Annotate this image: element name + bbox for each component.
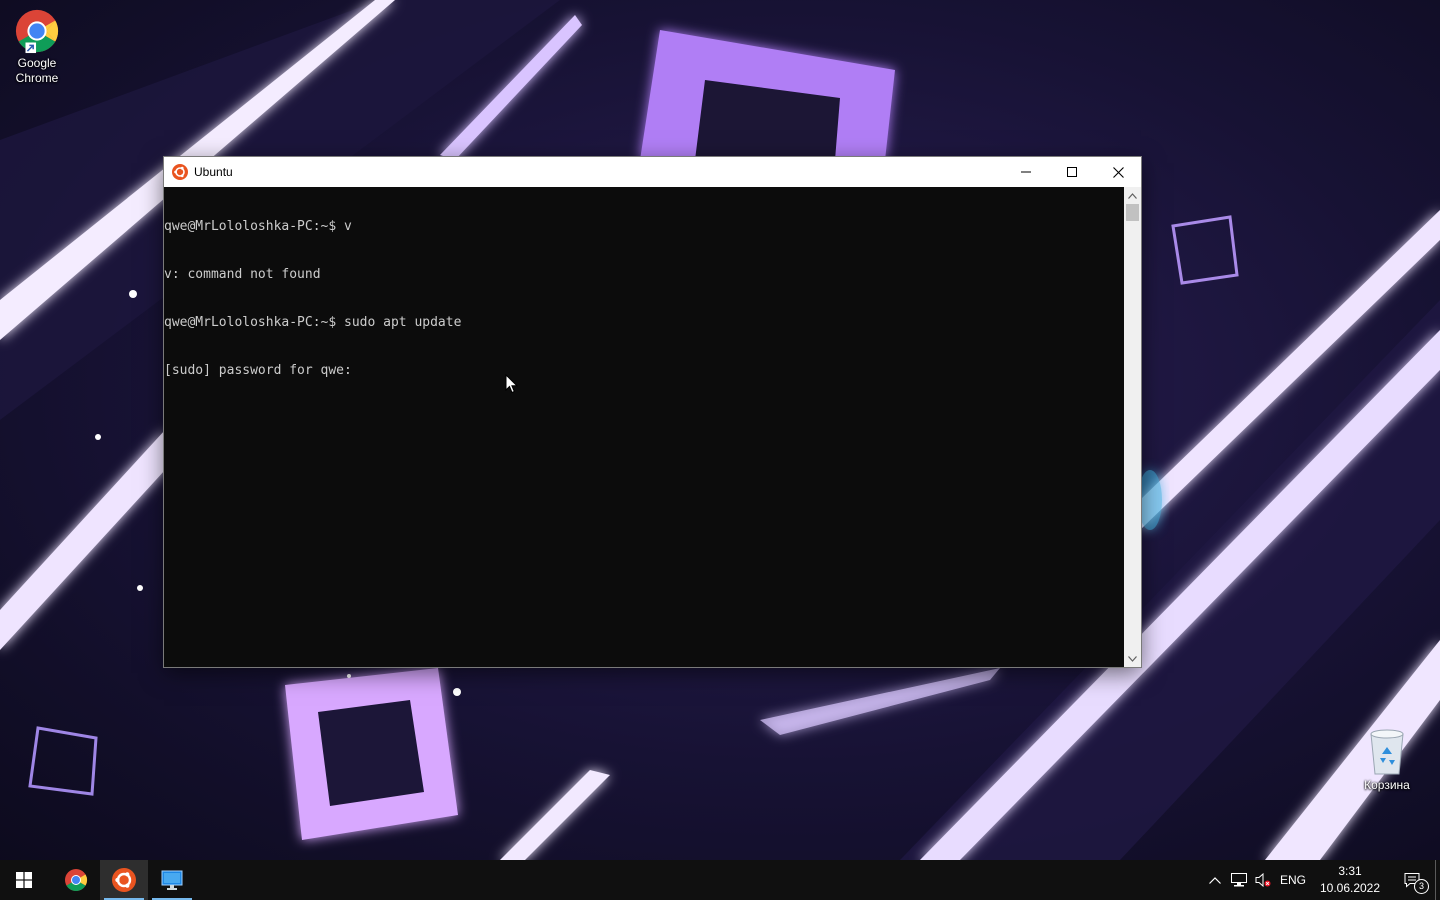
close-icon xyxy=(1112,166,1124,178)
clock: 3:31 10.06.2022 xyxy=(1313,863,1387,897)
maximize-icon xyxy=(1067,167,1077,177)
chevron-up-icon xyxy=(1128,192,1137,199)
scrollbar-thumb[interactable] xyxy=(1126,204,1139,221)
window-controls xyxy=(1003,157,1141,187)
language-label: ENG xyxy=(1279,873,1306,887)
volume-button[interactable] xyxy=(1251,860,1275,900)
language-indicator[interactable]: ENG xyxy=(1275,860,1311,900)
chrome-icon xyxy=(15,9,59,54)
maximize-button[interactable] xyxy=(1049,157,1095,187)
minimize-button[interactable] xyxy=(1003,157,1049,187)
ubuntu-terminal-window[interactable]: Ubuntu qwe@MrLololoshka-PC:~$ v v: comma… xyxy=(164,157,1141,667)
start-button[interactable] xyxy=(0,860,48,900)
action-center-button[interactable]: 3 xyxy=(1389,860,1435,900)
taskbar-chrome-button[interactable] xyxy=(52,860,100,900)
minimize-icon xyxy=(1021,171,1031,173)
chrome-icon xyxy=(65,869,87,891)
taskbar-remote-desktop-button[interactable] xyxy=(148,860,196,900)
scroll-down-button[interactable] xyxy=(1124,650,1141,667)
mouse-pointer-icon xyxy=(505,374,519,394)
vertical-scrollbar[interactable] xyxy=(1124,187,1141,667)
remote-desktop-icon xyxy=(161,870,183,890)
show-desktop-button[interactable] xyxy=(1435,860,1440,900)
clock-date: 10.06.2022 xyxy=(1319,881,1381,895)
console-line: qwe@MrLololoshka-PC:~$ v xyxy=(164,219,352,234)
system-tray: ENG 3:31 10.06.2022 3 xyxy=(1203,860,1440,900)
notification-count-badge: 3 xyxy=(1414,879,1429,894)
desktop-icon-recycle-bin[interactable]: Корзина xyxy=(1350,728,1424,793)
clock-time: 3:31 xyxy=(1338,864,1362,878)
desktop-icon-label: Корзина xyxy=(1364,778,1410,792)
recycle-bin-icon xyxy=(1370,729,1404,775)
ubuntu-icon xyxy=(172,164,188,180)
network-button[interactable] xyxy=(1227,860,1251,900)
window-titlebar[interactable]: Ubuntu xyxy=(164,157,1141,187)
window-title: Ubuntu xyxy=(194,165,233,179)
windows-start-icon xyxy=(16,872,32,888)
close-button[interactable] xyxy=(1095,157,1141,187)
volume-muted-icon xyxy=(1255,873,1271,887)
desktop-icon-google-chrome[interactable]: Google Chrome xyxy=(0,8,74,86)
terminal-console[interactable]: qwe@MrLololoshka-PC:~$ v v: command not … xyxy=(164,187,1124,667)
chevron-down-icon xyxy=(1128,655,1137,662)
show-hidden-icons-button[interactable] xyxy=(1203,860,1227,900)
console-line: qwe@MrLololoshka-PC:~$ sudo apt update xyxy=(164,315,462,330)
desktop-icon-label: Google Chrome xyxy=(15,56,59,85)
taskbar: ENG 3:31 10.06.2022 3 xyxy=(0,860,1440,900)
clock-button[interactable]: 3:31 10.06.2022 xyxy=(1311,860,1389,900)
taskbar-ubuntu-button[interactable] xyxy=(100,860,148,900)
console-line: v: command not found xyxy=(164,267,321,282)
console-line: [sudo] password for qwe: xyxy=(164,363,352,378)
chevron-up-icon xyxy=(1209,876,1221,884)
scroll-up-button[interactable] xyxy=(1124,187,1141,204)
network-icon xyxy=(1231,873,1247,887)
ubuntu-icon xyxy=(112,868,136,892)
